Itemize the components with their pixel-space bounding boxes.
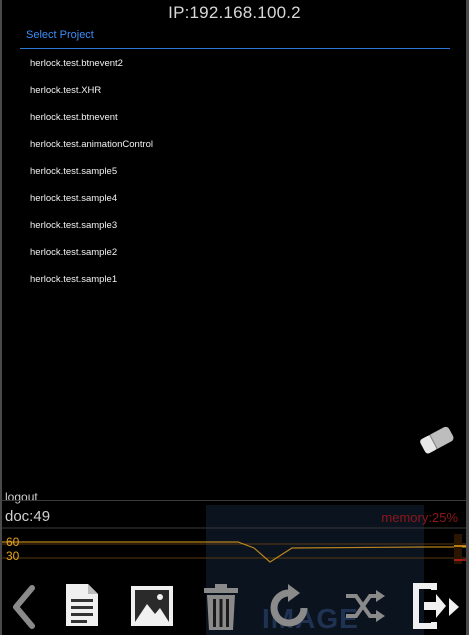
project-list: herlock.test.btnevent2 herlock.test.XHR … xyxy=(0,50,462,293)
project-item[interactable]: herlock.test.sample1 xyxy=(0,266,462,293)
exit-icon[interactable] xyxy=(412,580,446,632)
hud-separator xyxy=(2,500,466,501)
shuffle-icon[interactable] xyxy=(342,580,388,632)
graph-y-label-low: 30 xyxy=(6,549,20,563)
trash-icon[interactable] xyxy=(200,580,242,632)
project-item[interactable]: herlock.test.btnevent xyxy=(0,104,462,131)
forward-icon[interactable] xyxy=(446,580,462,632)
image-icon[interactable] xyxy=(128,580,176,632)
select-project-header: Select Project xyxy=(20,28,450,49)
doc-count: doc:49 xyxy=(5,508,51,525)
project-item[interactable]: herlock.test.sample5 xyxy=(0,158,462,185)
project-item[interactable]: herlock.test.animationControl xyxy=(0,131,462,158)
project-item[interactable]: herlock.test.XHR xyxy=(0,77,462,104)
reload-icon[interactable] xyxy=(266,580,314,632)
graph-y-label-high: 60 xyxy=(6,535,20,549)
bottom-toolbar xyxy=(2,578,466,635)
back-icon[interactable] xyxy=(8,580,38,632)
debug-hud: logout doc:49 memory:25% 60 30 xyxy=(2,488,466,580)
dialog-title: Select Project xyxy=(26,29,94,41)
eraser-icon[interactable] xyxy=(415,423,459,457)
ip-address-title: IP:192.168.100.2 xyxy=(168,3,301,22)
project-item[interactable]: herlock.test.btnevent2 xyxy=(0,50,462,77)
project-item[interactable]: herlock.test.sample4 xyxy=(0,185,462,212)
logout-link[interactable]: logout xyxy=(5,490,38,504)
project-item[interactable]: herlock.test.sample2 xyxy=(0,239,462,266)
document-icon[interactable] xyxy=(60,580,104,632)
project-item[interactable]: herlock.test.sample3 xyxy=(0,212,462,239)
performance-graph xyxy=(2,527,466,564)
memory-usage: memory:25% xyxy=(381,510,458,525)
dialog-divider xyxy=(20,48,450,49)
